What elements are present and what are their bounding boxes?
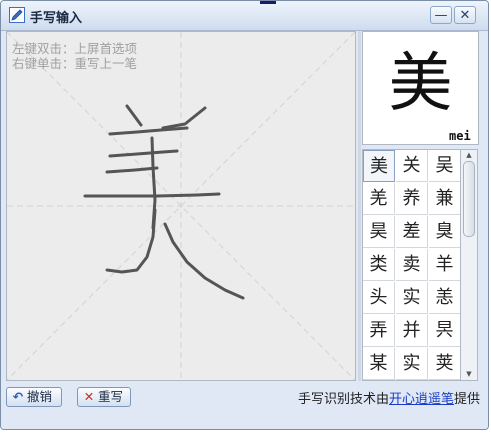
candidate-cell[interactable]: 养: [396, 183, 428, 215]
rewrite-button[interactable]: ✕ 重写: [77, 387, 131, 407]
candidate-cell[interactable]: 头: [363, 282, 395, 314]
handwritten-strokes: [83, 104, 245, 300]
hint-right-click: 右键单击：重写上一笔: [12, 56, 138, 71]
candidate-cell[interactable]: 恙: [429, 282, 460, 314]
window-title: 手写输入: [30, 11, 83, 26]
handwriting-canvas[interactable]: 左键双击：上屏首选项 右键单击：重写上一笔: [6, 31, 356, 381]
candidate-cell[interactable]: 美: [363, 150, 395, 182]
rewrite-label: 重写: [98, 389, 124, 404]
candidate-grid: 美关吴羌养兼昊差臭类卖羊头实恙弄并昗某实荚: [362, 149, 461, 381]
close-button[interactable]: ✕: [454, 6, 476, 24]
pinyin-label: mei: [449, 129, 471, 143]
credit-prefix: 手写识别技术由: [297, 392, 389, 407]
pen-icon: [9, 7, 25, 23]
recognized-preview[interactable]: 美: [362, 31, 479, 145]
top-edge-mark: [260, 1, 276, 4]
writing-guides-and-strokes: [7, 32, 355, 380]
candidate-cell[interactable]: 吴: [429, 150, 460, 182]
candidate-cell[interactable]: 实: [396, 348, 428, 380]
credit-text: 手写识别技术由开心逍遥笔提供: [298, 388, 480, 407]
candidate-cell[interactable]: 荚: [429, 348, 460, 380]
candidate-cell[interactable]: 昗: [429, 315, 460, 347]
candidate-cell[interactable]: 某: [363, 348, 395, 380]
scroll-up-icon[interactable]: ▲: [461, 150, 477, 161]
candidate-cell[interactable]: 实: [396, 282, 428, 314]
handwriting-input-window: 手写输入 — ✕ 左键双击：上屏首选项 右键单击：重写上一笔 美 mei 美 关…: [0, 0, 489, 430]
credit-suffix: 提供: [453, 392, 480, 407]
candidate-scrollbar[interactable]: ▲ ▼: [461, 149, 478, 381]
minimize-icon: —: [434, 8, 448, 23]
undo-button[interactable]: ↶ 撤销: [6, 387, 62, 407]
undo-arrow-icon: ↶: [12, 389, 24, 404]
credit-link[interactable]: 开心逍遥笔: [389, 392, 454, 407]
candidate-cell[interactable]: 臭: [429, 216, 460, 248]
title-bar[interactable]: 手写输入 — ✕: [1, 1, 488, 31]
bottom-toolbar: ↶ 撤销 ✕ 重写 手写识别技术由开心逍遥笔提供: [1, 382, 488, 410]
close-icon: ✕: [459, 8, 471, 23]
preview-character: 美: [388, 47, 453, 121]
candidate-cell[interactable]: 类: [363, 249, 395, 281]
x-icon: ✕: [83, 389, 95, 404]
candidate-cell[interactable]: 羌: [363, 183, 395, 215]
undo-label: 撤销: [27, 389, 53, 404]
scroll-down-icon[interactable]: ▼: [461, 369, 477, 380]
minimize-button[interactable]: —: [430, 6, 452, 24]
candidate-cell[interactable]: 卖: [396, 249, 428, 281]
scroll-thumb[interactable]: [463, 161, 475, 237]
window-bottom-edge: [1, 410, 488, 429]
candidate-cell[interactable]: 兼: [429, 183, 460, 215]
candidate-cell[interactable]: 关: [396, 150, 428, 182]
candidate-cell[interactable]: 差: [396, 216, 428, 248]
candidate-cell[interactable]: 弄: [363, 315, 395, 347]
candidate-cell[interactable]: 羊: [429, 249, 460, 281]
candidate-cell[interactable]: 昊: [363, 216, 395, 248]
candidate-cell[interactable]: 并: [396, 315, 428, 347]
panel-divider: [358, 31, 361, 381]
